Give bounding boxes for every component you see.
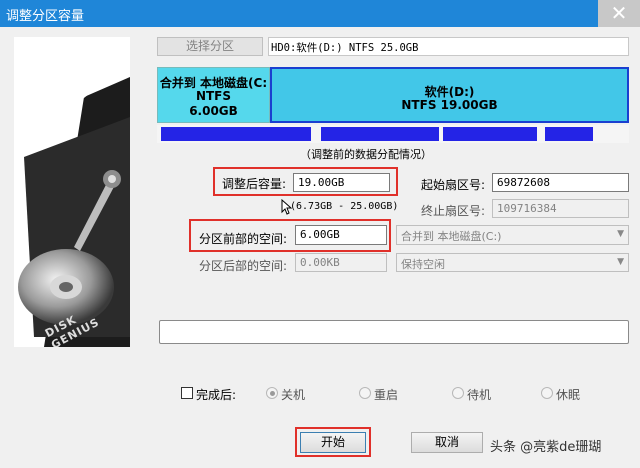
usage-segment bbox=[321, 127, 439, 141]
disk-info-field: HD0:软件(D:) NTFS 25.0GB bbox=[268, 37, 629, 56]
after-completion-checkbox[interactable] bbox=[181, 387, 193, 399]
select-partition-button[interactable]: 选择分区 bbox=[157, 37, 263, 56]
radio-label: 休眠 bbox=[556, 388, 581, 402]
radio-label: 待机 bbox=[467, 388, 492, 402]
space-before-action-select[interactable]: 合并到 本地磁盘(C:) ▼ bbox=[396, 225, 629, 245]
window-title: 调整分区容量 bbox=[6, 9, 85, 24]
usage-segment bbox=[443, 127, 537, 141]
after-completion-label: 完成后: bbox=[196, 388, 237, 402]
radio-0[interactable] bbox=[266, 387, 278, 399]
partition-block[interactable]: 合并到 本地磁盘(C: NTFS 6.00GB bbox=[157, 67, 270, 123]
close-icon[interactable]: ✕ bbox=[598, 0, 640, 27]
radio-1[interactable] bbox=[359, 387, 371, 399]
disk-info-text: HD0:软件(D:) NTFS 25.0GB bbox=[271, 42, 419, 54]
partition-label: NTFS bbox=[195, 89, 232, 103]
usage-segment bbox=[161, 127, 311, 141]
space-before-action-value: 合并到 本地磁盘(C:) bbox=[401, 230, 502, 243]
space-after-action-select[interactable]: 保持空闲 ▼ bbox=[396, 253, 629, 272]
title-bar: 调整分区容量 ✕ bbox=[0, 0, 640, 27]
space-before-label: 分区前部的空间: bbox=[199, 232, 288, 246]
partition-label: 6.00GB bbox=[189, 104, 238, 118]
radio-2[interactable] bbox=[452, 387, 464, 399]
radio-3[interactable] bbox=[541, 387, 553, 399]
partition-label: NTFS 19.00GB bbox=[401, 98, 498, 112]
progress-bar bbox=[159, 320, 629, 344]
end-sector-input: 109716384 bbox=[492, 199, 629, 218]
partition-block[interactable]: 软件(D:) NTFS 19.00GB bbox=[270, 67, 629, 123]
start-sector-label: 起始扇区号: bbox=[421, 178, 486, 192]
watermark: 头条 @亮紫de珊瑚 bbox=[490, 440, 602, 455]
chevron-down-icon: ▼ bbox=[617, 257, 624, 267]
new-size-label: 调整后容量: bbox=[222, 177, 287, 191]
radio-label: 关机 bbox=[281, 388, 306, 402]
end-sector-label: 终止扇区号: bbox=[421, 204, 486, 218]
space-before-input[interactable]: 6.00GB bbox=[295, 225, 387, 245]
chevron-down-icon: ▼ bbox=[617, 229, 624, 239]
usage-segment bbox=[545, 127, 593, 141]
usage-caption: （调整前的数据分配情况） bbox=[300, 148, 432, 161]
partition-map: 合并到 本地磁盘(C: NTFS 6.00GB 软件(D:) NTFS 19.00GB bbox=[157, 67, 629, 123]
space-after-input: 0.00KB bbox=[295, 253, 387, 272]
size-range-hint: (6.73GB - 25.00GB) bbox=[290, 201, 399, 212]
cancel-button[interactable]: 取消 bbox=[411, 432, 483, 453]
start-button[interactable]: 开始 bbox=[300, 432, 366, 453]
space-after-action-value: 保持空闲 bbox=[401, 258, 445, 271]
new-size-input[interactable]: 19.00GB bbox=[293, 173, 390, 192]
usage-strip bbox=[157, 125, 629, 143]
start-sector-input[interactable]: 69872608 bbox=[492, 173, 629, 192]
space-after-label: 分区后部的空间: bbox=[199, 259, 288, 273]
radio-label: 重启 bbox=[374, 388, 399, 402]
disk-genius-image: DISK GENIUS bbox=[14, 37, 130, 347]
